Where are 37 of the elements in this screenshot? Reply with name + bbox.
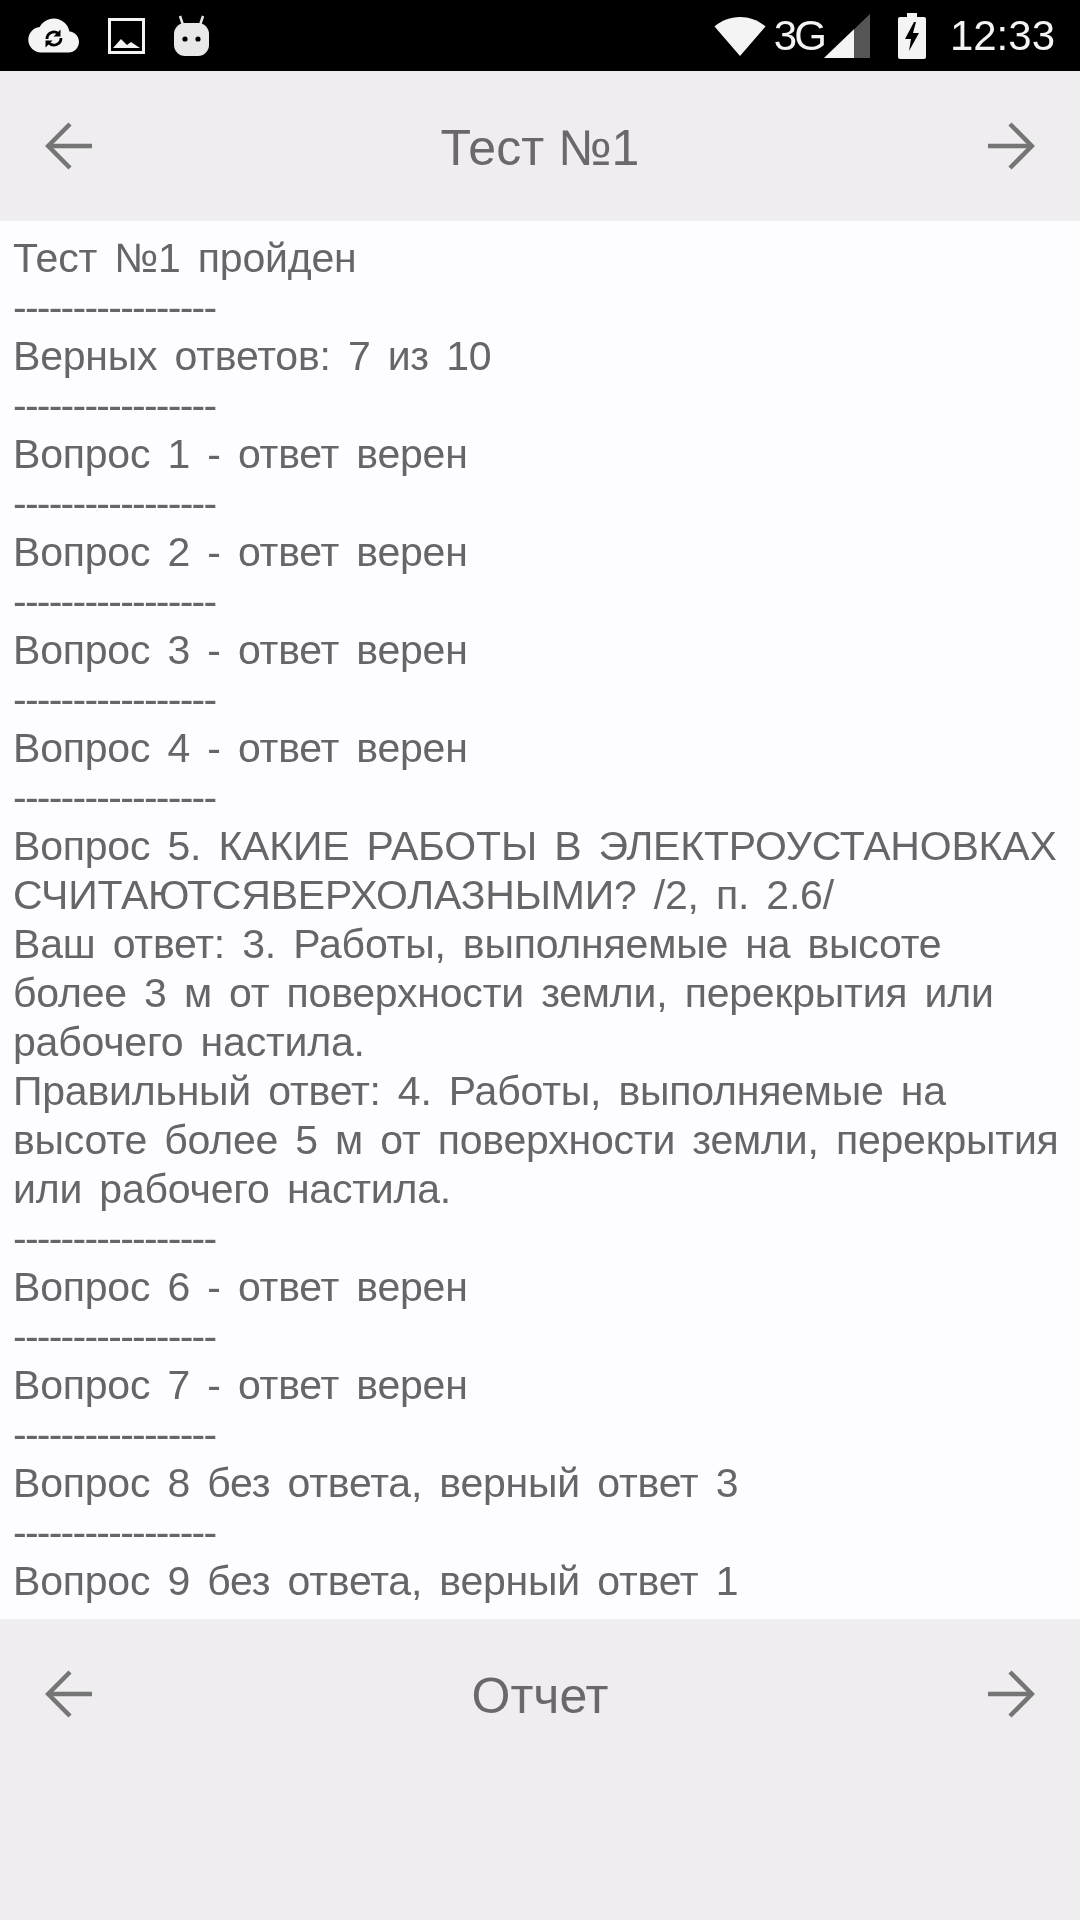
report-text: Верных ответов: 7 из 10 bbox=[13, 332, 493, 381]
dashed-separator: ----------------- bbox=[13, 675, 217, 724]
report-text: Вопрос 2 - ответ верен bbox=[13, 528, 469, 577]
image-icon bbox=[108, 17, 145, 54]
next-button[interactable] bbox=[987, 1670, 1035, 1718]
dashed-separator: ----------------- bbox=[13, 381, 217, 430]
network-type-label: 3G bbox=[773, 14, 824, 57]
cloud-sync-icon bbox=[27, 16, 80, 55]
next-button[interactable] bbox=[987, 122, 1035, 170]
report-text: Вопрос 7 - ответ верен bbox=[13, 1361, 469, 1410]
report-text: Вопрос 1 - ответ верен bbox=[13, 430, 469, 479]
signal-icon bbox=[823, 13, 870, 58]
report-text: Тест №1 пройден bbox=[13, 234, 358, 283]
report-text: Вопрос 8 без ответа, верный ответ 3 bbox=[13, 1459, 740, 1508]
report-text: Вопрос 6 - ответ верен bbox=[13, 1263, 469, 1312]
dashed-separator: ----------------- bbox=[13, 1214, 217, 1263]
previous-button[interactable] bbox=[45, 122, 93, 170]
wifi-icon bbox=[713, 15, 766, 56]
screen-title: Тест №1 bbox=[440, 119, 640, 178]
report-text: Ваш ответ: 3. Работы, выполняемые на высоте более 3 м от поверхности земли, перекрытия или рабочего настила. bbox=[13, 920, 995, 1067]
section-title: Отчет bbox=[471, 1667, 609, 1726]
report-text: Вопрос 9 без ответа, верный ответ 1 bbox=[13, 1557, 740, 1606]
report-text: Правильный ответ: 4. Работы, выполняемые на высоте более 5 м от поверхности земли, перекрытия или рабочего настила. bbox=[13, 1067, 1060, 1214]
dashed-separator: ----------------- bbox=[13, 577, 217, 626]
dashed-separator: ----------------- bbox=[13, 1508, 217, 1557]
battery-charging-icon bbox=[897, 12, 926, 59]
status-time: 12:33 bbox=[949, 14, 1055, 57]
dashed-separator: ----------------- bbox=[13, 1410, 217, 1459]
dashed-separator: ----------------- bbox=[13, 773, 217, 822]
report-text: Вопрос 4 - ответ верен bbox=[13, 724, 469, 773]
dashed-separator: ----------------- bbox=[13, 1312, 217, 1361]
report-text: Вопрос 3 - ответ верен bbox=[13, 626, 469, 675]
robot-head-icon bbox=[173, 14, 210, 57]
dashed-separator: ----------------- bbox=[13, 479, 217, 528]
report-text: Вопрос 5. КАКИЕ РАБОТЫ В ЭЛЕКТРОУСТАНОВКАХ СЧИТАЮТСЯВЕРХОЛАЗНЫМИ? /2, п. 2.6/ bbox=[13, 822, 1058, 920]
previous-button[interactable] bbox=[45, 1670, 93, 1718]
dashed-separator: ----------------- bbox=[13, 283, 217, 332]
